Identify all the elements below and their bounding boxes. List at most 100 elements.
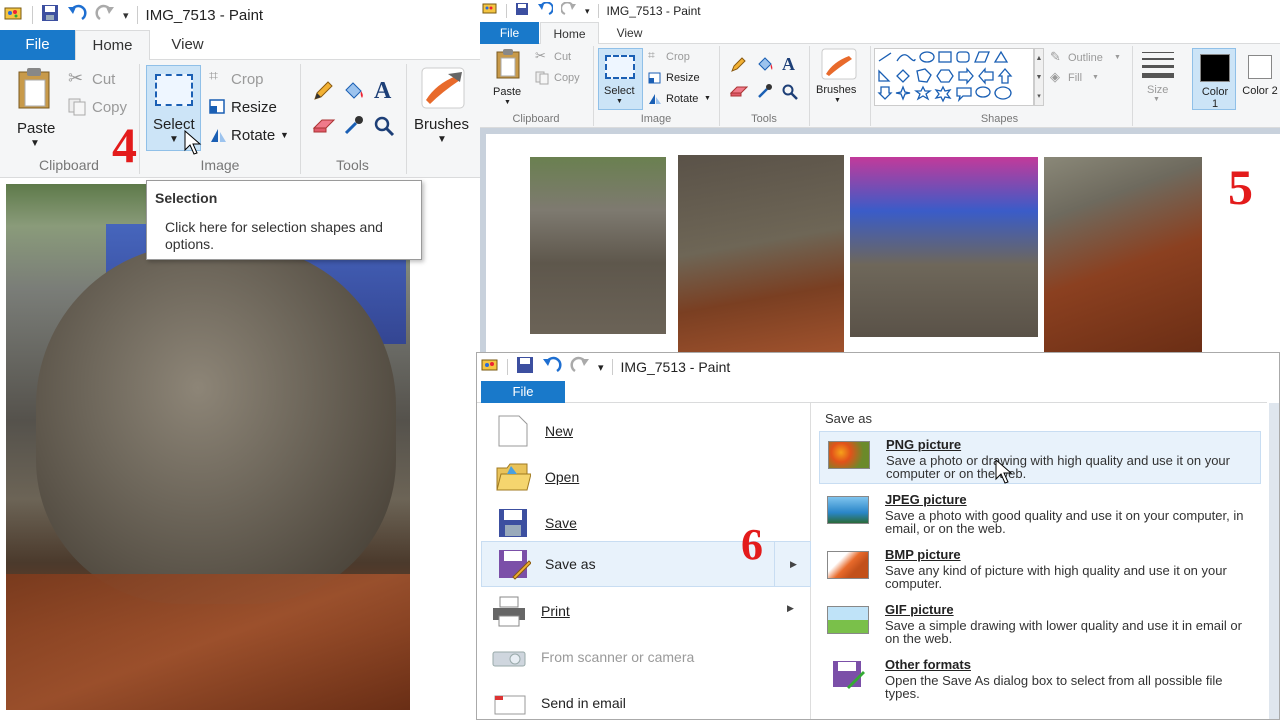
redo-icon[interactable] [95,4,115,27]
paste-button[interactable]: Paste ▼ [490,48,530,112]
customize-qat-icon[interactable]: ▾ [598,361,604,374]
undo-icon[interactable] [537,0,554,21]
save-icon [499,509,527,537]
menu-send-email[interactable]: Send in email [481,681,811,719]
cut-label: Cut [92,71,116,88]
tab-view[interactable]: View [150,30,225,60]
divider [611,359,613,375]
fill-label: Fill [1068,72,1083,84]
chevron-down-icon: ▼ [169,134,179,145]
customize-qat-icon[interactable]: ▾ [123,9,129,22]
format-bmp-desc: Save any kind of picture with high quali… [885,563,1227,591]
rotate-button[interactable]: Rotate ▼ [648,91,714,107]
tab-file[interactable]: File [481,381,565,403]
cat-body [36,244,396,604]
paste-icon [18,68,50,109]
format-gif[interactable]: GIF picture Save a simple drawing with l… [819,598,1261,650]
resize-icon [209,99,225,114]
chevron-down-icon: ▼ [504,99,511,106]
magnifier-icon[interactable] [374,116,396,138]
cut-button[interactable]: ✂ Cut [535,48,585,65]
panel-step-5: ▾ IMG_7513 - Paint File Home View Paste … [480,0,1280,352]
color-picker-icon[interactable] [343,114,365,136]
save-icon[interactable] [515,2,529,21]
menu-print[interactable]: Print ▶ [481,589,811,633]
format-other[interactable]: Other formats Open the Save As dialog bo… [819,653,1261,705]
shapes-gallery[interactable] [874,48,1034,106]
text-tool-icon[interactable]: A [374,78,391,105]
text-tool-icon[interactable]: A [782,54,795,75]
scissors-icon: ✂ [68,68,84,88]
scanner-icon [492,651,526,667]
undo-icon[interactable] [67,4,87,27]
email-icon [494,695,526,715]
format-bmp[interactable]: BMP picture Save any kind of picture wit… [819,543,1261,595]
resize-label: Resize [666,72,700,84]
resize-button[interactable]: Resize [208,96,288,120]
menu-send-email-label: Send in email [541,695,626,711]
undo-icon[interactable] [542,356,562,379]
quick-access-toolbar: ▾ IMG_7513 - Paint [0,0,480,30]
eraser-icon[interactable] [730,84,748,98]
submenu-arrow-right-icon: ▶ [787,603,794,613]
rotate-icon [649,94,661,104]
redo-icon[interactable] [560,0,577,21]
brushes-label: Brushes [816,84,857,96]
tab-view[interactable]: View [600,22,659,44]
size-button[interactable]: Size ▼ [1138,50,1178,106]
pencil-icon[interactable] [312,80,334,102]
crop-button[interactable]: ⌗ Crop [208,68,288,92]
tab-home[interactable]: Home [540,22,599,45]
paint-app-icon [481,357,499,377]
save-icon[interactable] [41,4,59,27]
tab-file[interactable]: File [480,22,539,44]
copy-icon [68,98,86,116]
save-as-header: Save as [825,411,872,426]
save-icon[interactable] [516,356,534,379]
fill-bucket-icon[interactable] [342,80,366,102]
select-button[interactable]: Select ▼ [598,48,643,110]
redo-icon[interactable] [570,356,590,379]
cat-photo[interactable] [6,184,410,710]
paste-label: Paste [17,120,56,137]
format-jpeg[interactable]: JPEG picture Save a photo with good qual… [819,488,1261,540]
group-label-clipboard: Clipboard [512,113,560,125]
color1-button[interactable]: Color 1 [1192,48,1236,110]
fill-bucket-icon[interactable] [756,56,774,73]
window-title: IMG_7513 - Paint [606,4,701,18]
cat-photo-2 [678,155,844,352]
shapes-scroll[interactable]: ▲ ▼ ▾ [1034,48,1044,106]
format-gif-title: GIF picture [885,602,954,617]
submenu-arrow-right-icon: ▶ [774,542,812,586]
magnifier-icon[interactable] [782,84,799,101]
copy-button[interactable]: Copy [535,70,585,86]
resize-icon [648,72,661,84]
brushes-button[interactable]: Brushes ▼ [412,66,474,156]
customize-qat-icon[interactable]: ▾ [585,6,590,17]
color1-label: Color 1 [1201,86,1229,110]
cut-button[interactable]: ✂ Cut [66,68,132,92]
menu-open[interactable]: Open [481,455,811,499]
eraser-icon[interactable] [312,116,336,134]
color2-button[interactable]: Color 2 [1240,48,1280,110]
format-png[interactable]: PNG picture Save a photo or drawing with… [819,431,1261,484]
color-picker-icon[interactable] [757,82,774,99]
menu-new[interactable]: New [481,409,811,453]
pencil-icon[interactable] [730,56,747,73]
outline-button[interactable]: ✎ Outline ▼ [1050,49,1130,66]
group-label-image: Image [640,113,672,125]
rotate-button[interactable]: Rotate ▼ [208,124,293,148]
crop-label: Crop [666,51,690,63]
crop-button[interactable]: ⌗ Crop [648,48,710,65]
brushes-button[interactable]: Brushes ▼ [814,48,864,110]
fill-button[interactable]: ◈ Fill ▼ [1050,69,1110,86]
paste-button[interactable]: Paste ▼ [10,66,60,156]
divider [870,46,871,126]
resize-button[interactable]: Resize [648,70,710,86]
menu-from-scanner[interactable]: From scanner or camera [481,635,811,679]
tab-file[interactable]: File [0,30,75,60]
chevron-down-icon: ▼ [616,98,623,105]
menu-save-label: Save [545,515,577,531]
selection-rect-icon [155,74,193,106]
tab-home[interactable]: Home [75,30,150,61]
